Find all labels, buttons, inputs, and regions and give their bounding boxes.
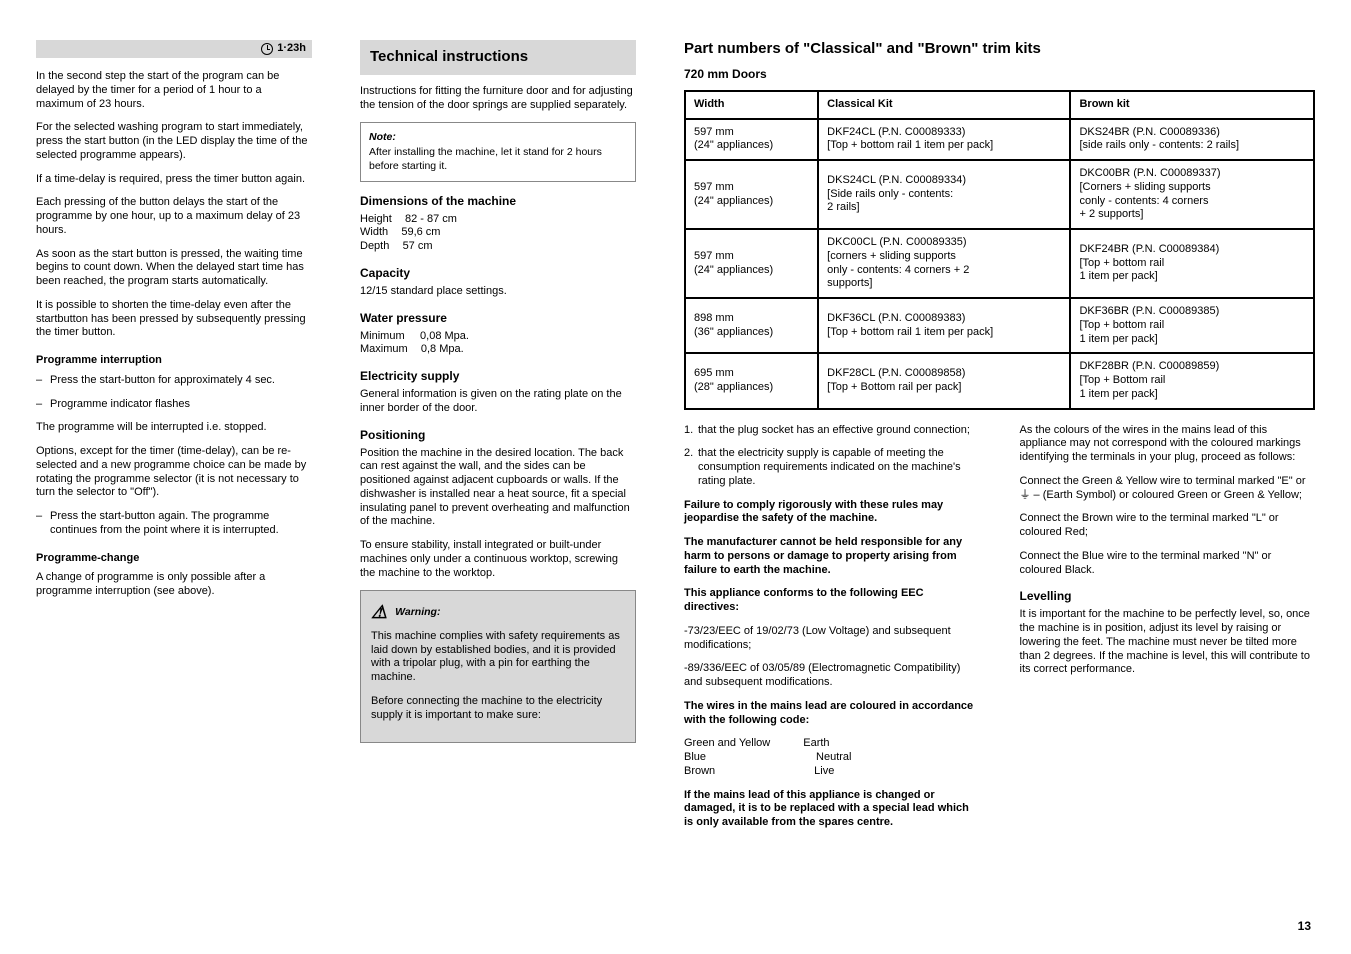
c3-warn3b: This appliance conforms to the following… xyxy=(684,587,980,615)
table-cell: DKC00CL (P.N. C00089335) [corners + slid… xyxy=(818,229,1070,298)
c1-sub-interruption: Programme interruption xyxy=(36,354,312,368)
warning-p2: Before connecting the machine to the ele… xyxy=(371,695,625,723)
pos-title: Positioning xyxy=(360,428,636,443)
cap-title: Capacity xyxy=(360,266,636,281)
note-box: Note: After installing the machine, let … xyxy=(360,122,636,181)
table-header-cell: Width xyxy=(685,91,818,119)
warning-triangle-icon: ⚠ xyxy=(371,601,387,624)
cap-body: 12/15 standard place settings. xyxy=(360,285,636,299)
es-title: Electricity supply xyxy=(360,369,636,384)
table-cell: DKF36BR (P.N. C00089385) [Top + bottom r… xyxy=(1070,298,1314,353)
timer-label: 1·23h xyxy=(277,42,306,56)
part-numbers-table: WidthClassical KitBrown kit 597 mm (24" … xyxy=(684,90,1315,410)
dims-title: Dimensions of the machine xyxy=(360,194,636,209)
c1-p3: If a time-delay is required, press the t… xyxy=(36,173,312,187)
leveling-title: Levelling xyxy=(1020,589,1316,604)
table-cell: DKF28CL (P.N. C00089858) [Top + Bottom r… xyxy=(818,353,1070,408)
table-header-cell: Brown kit xyxy=(1070,91,1314,119)
table-cell: 695 mm (28" appliances) xyxy=(685,353,818,408)
c3-wirecolors: Green and Yellow Earth Blue Neutral Brow… xyxy=(684,737,980,778)
table-cell: 597 mm (24" appliances) xyxy=(685,229,818,298)
c1-ind1: Press the start-button for approximately… xyxy=(36,374,312,388)
table-row: 597 mm (24" appliances)DKC00CL (P.N. C00… xyxy=(685,229,1314,298)
wp-title: Water pressure xyxy=(360,311,636,326)
c3-warn2b: The manufacturer cannot be held responsi… xyxy=(684,536,980,577)
column-1: 1·23h In the second step the start of th… xyxy=(36,40,312,840)
pos-body2: To ensure stability, install integrated … xyxy=(360,539,636,580)
c1-sub-change: Programme-change xyxy=(36,552,312,566)
table-cell: DKS24CL (P.N. C00089334) [Side rails onl… xyxy=(818,160,1070,229)
table-cell: DKF28BR (P.N. C00089859) [Top + Bottom r… xyxy=(1070,353,1314,408)
warning-box: ⚠ Warning: This machine complies with sa… xyxy=(360,590,636,743)
table-row: 898 mm (36" appliances)DKF36CL (P.N. C00… xyxy=(685,298,1314,353)
c3-conf1: -73/23/EEC of 19/02/73 (Low Voltage) and… xyxy=(684,625,980,653)
column-3: Part numbers of "Classical" and "Brown" … xyxy=(684,40,1315,840)
c3-warn5b: If the mains lead of this appliance is c… xyxy=(684,789,980,830)
pos-body: Position the machine in the desired loca… xyxy=(360,447,636,530)
c1-p6: It is possible to shorten the time-delay… xyxy=(36,299,312,340)
es-body: General information is given on the rati… xyxy=(360,388,636,416)
c1-p9: A change of programme is only possible a… xyxy=(36,571,312,599)
table-cell: DKC00BR (P.N. C00089337) [Corners + slid… xyxy=(1070,160,1314,229)
timer-band: 1·23h xyxy=(36,40,312,58)
table-header-cell: Classical Kit xyxy=(818,91,1070,119)
table-cell: 898 mm (36" appliances) xyxy=(685,298,818,353)
table-cell: DKF24CL (P.N. C00089333) [Top + bottom r… xyxy=(818,119,1070,161)
c1-p4: Each pressing of the button delays the s… xyxy=(36,196,312,237)
warning-title: Warning: xyxy=(395,606,440,619)
column-2: Technical instructions Instructions for … xyxy=(360,40,636,840)
warning-p1: This machine complies with safety requir… xyxy=(371,630,625,685)
page-number: 13 xyxy=(1298,919,1311,934)
c2-p1: Instructions for fitting the furniture d… xyxy=(360,85,636,113)
c3-warn9b: Connect the Blue wire to the terminal ma… xyxy=(1020,550,1316,578)
c1-ind3: Press the start-button again. The progra… xyxy=(36,510,312,538)
clock-icon xyxy=(261,43,273,55)
table-cell: 597 mm (24" appliances) xyxy=(685,119,818,161)
table-row: 695 mm (28" appliances)DKF28CL (P.N. C00… xyxy=(685,353,1314,408)
table-cell: DKS24BR (P.N. C00089336) [side rails onl… xyxy=(1070,119,1314,161)
table-row: 597 mm (24" appliances)DKF24CL (P.N. C00… xyxy=(685,119,1314,161)
c3-warn7b: Connect the Green & Yellow wire to termi… xyxy=(1020,475,1316,503)
c3-conf2: -89/336/EEC of 03/05/89 (Electromagnetic… xyxy=(684,662,980,690)
technical-instructions-heading: Technical instructions xyxy=(360,40,636,75)
leveling-body: It is important for the machine to be pe… xyxy=(1020,608,1316,677)
c3-ensure2-text: that the electricity supply is capable o… xyxy=(698,447,961,487)
c1-p5: As soon as the start button is pressed, … xyxy=(36,248,312,289)
dims-body: Height 82 - 87 cm Width 59,6 cm Depth 57… xyxy=(360,213,636,254)
c3-warn8b: Connect the Brown wire to the terminal m… xyxy=(1020,512,1316,540)
c3-warn1b: Failure to comply rigorously with these … xyxy=(684,499,980,527)
c3-ensure1: 1.that the plug socket has an effective … xyxy=(684,424,980,438)
table-cell: 597 mm (24" appliances) xyxy=(685,160,818,229)
c1-p8: Options, except for the timer (time-dela… xyxy=(36,445,312,500)
c3-warn4b: The wires in the mains lead are coloured… xyxy=(684,700,980,728)
note-body: After installing the machine, let it sta… xyxy=(369,146,602,171)
partnums-heading: Part numbers of "Classical" and "Brown" … xyxy=(684,40,1315,59)
c1-p2: For the selected washing program to star… xyxy=(36,121,312,162)
table-cell: DKF36CL (P.N. C00089383) [Top + bottom r… xyxy=(818,298,1070,353)
c1-p1: In the second step the start of the prog… xyxy=(36,70,312,111)
wp-body: Minimum 0,08 Mpa. Maximum 0,8 Mpa. xyxy=(360,330,636,358)
doors-subhead: 720 mm Doors xyxy=(684,67,1315,82)
table-cell: DKF24BR (P.N. C00089384) [Top + bottom r… xyxy=(1070,229,1314,298)
c3-ensure1-text: that the plug socket has an effective gr… xyxy=(698,424,970,436)
table-row: 597 mm (24" appliances)DKS24CL (P.N. C00… xyxy=(685,160,1314,229)
c1-p7: The programme will be interrupted i.e. s… xyxy=(36,421,312,435)
c1-ind2: Programme indicator flashes xyxy=(36,398,312,412)
note-title: Note: xyxy=(369,131,627,144)
c3-warn6b: As the colours of the wires in the mains… xyxy=(1020,424,1316,465)
c3-ensure2: 2.that the electricity supply is capable… xyxy=(684,447,980,488)
